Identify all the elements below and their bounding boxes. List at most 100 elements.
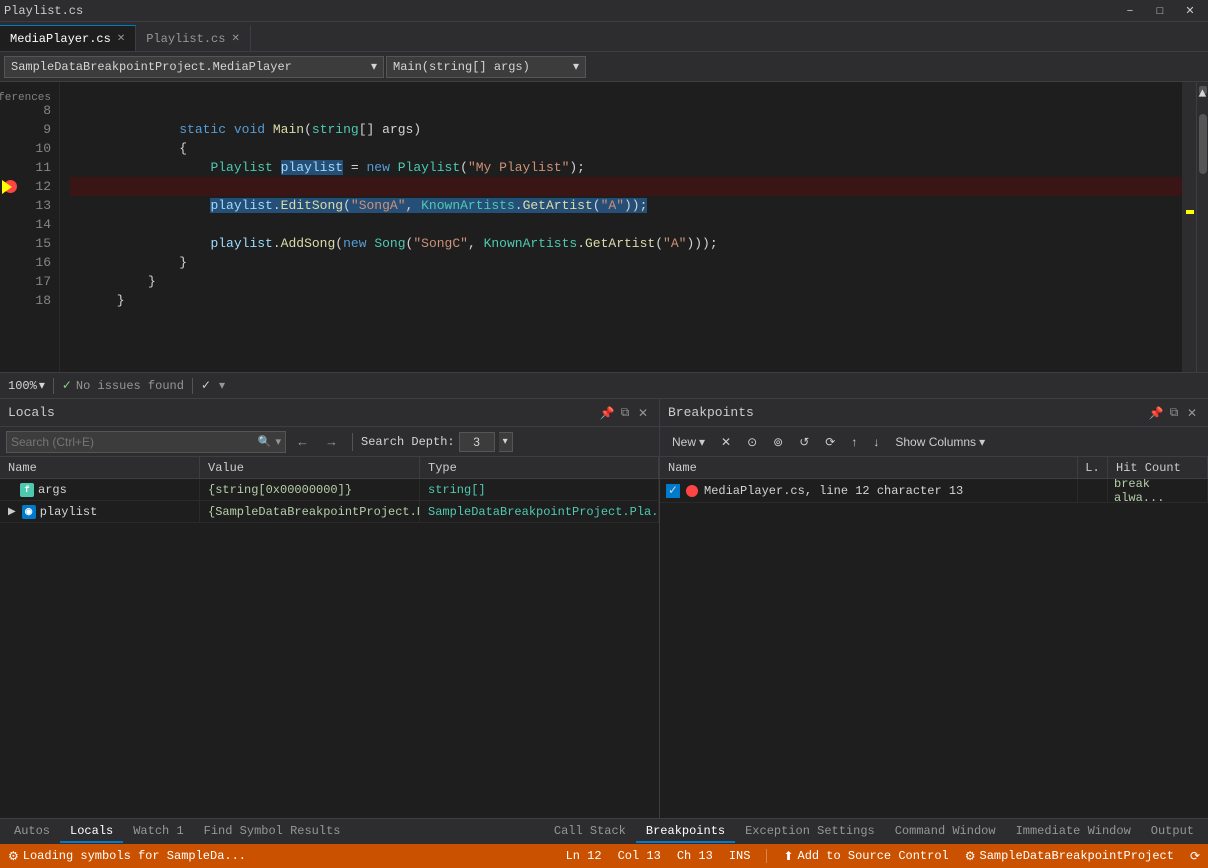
bp-delete-icon: ✕	[721, 435, 731, 449]
maximize-button[interactable]: □	[1146, 2, 1174, 20]
status-ch-label: Ch 13	[677, 849, 713, 863]
bp-col-header-l: L.	[1078, 457, 1108, 478]
locals-pin-button[interactable]: 📌	[599, 405, 615, 421]
search-next-button[interactable]: →	[319, 431, 344, 453]
loading-text: Loading symbols for SampleDa...	[23, 849, 246, 863]
method-dropdown-value: Main(string[] args)	[393, 60, 530, 74]
editor-scrollbar[interactable]: ▲	[1196, 82, 1208, 372]
reference-count: 0 references	[0, 80, 51, 104]
btab-output-label: Output	[1151, 824, 1194, 838]
btab-autos[interactable]: Autos	[4, 821, 60, 843]
zoom-control[interactable]: 100% ▾	[8, 378, 45, 393]
tab-mediaplayer-label: MediaPlayer.cs	[10, 32, 111, 46]
depth-input[interactable]	[459, 432, 495, 452]
search-icon[interactable]: 🔍	[258, 435, 272, 449]
bp-row-0[interactable]: ✓ MediaPlayer.cs, line 12 character 13 b…	[660, 479, 1208, 503]
line-9: 9	[0, 120, 59, 139]
btab-immediate-window-label: Immediate Window	[1016, 824, 1131, 838]
status-project: ⚙ SampleDataBreakpointProject	[965, 849, 1174, 864]
source-control-label: Add to Source Control	[798, 849, 949, 863]
locals-close-button[interactable]: ✕	[635, 405, 651, 421]
btab-locals[interactable]: Locals	[60, 821, 123, 843]
code-line-12: playlist.EditSong("SongA", KnownArtists.…	[70, 177, 1182, 196]
locals-rows: f args {string[0x00000000]} string[] ▶ ◉…	[0, 479, 659, 818]
status-col-label: Col 13	[618, 849, 661, 863]
bp-disable-all-button[interactable]: ⊚	[767, 431, 789, 453]
btab-output[interactable]: Output	[1141, 821, 1204, 843]
btab-find-symbol-label: Find Symbol Results	[204, 824, 341, 838]
btab-command-window[interactable]: Command Window	[885, 821, 1006, 843]
playlist-name: playlist	[40, 505, 98, 519]
line-8: 8	[0, 101, 59, 120]
tab-mediaplayer-close[interactable]: ✕	[117, 33, 125, 45]
code-line-14: playlist.AddSong(new Song("SongC", Known…	[70, 215, 1182, 234]
show-columns-button[interactable]: Show Columns ▾	[889, 431, 991, 453]
code-line-17: }	[70, 272, 1182, 291]
line-18: 18	[0, 291, 59, 310]
tab-playlist-close[interactable]: ✕	[231, 33, 239, 45]
bp-refresh2-button[interactable]: ⟳	[819, 431, 841, 453]
bp-new-label: New	[672, 435, 696, 449]
bp-hit-count: break alwa...	[1114, 479, 1201, 502]
gutter-mark-current	[1186, 210, 1194, 214]
search-input-wrap[interactable]: 🔍 ▾	[6, 431, 286, 453]
sync-icon: ⟳	[1190, 849, 1200, 864]
locals-float-button[interactable]: ⧉	[617, 405, 633, 421]
bp-refresh-button[interactable]: ↺	[793, 431, 815, 453]
status-source-control[interactable]: ⬆ Add to Source Control	[783, 849, 948, 864]
bp-panel-header: Breakpoints 📌 ⧉ ✕	[660, 399, 1208, 427]
depth-dropdown[interactable]: ▾	[499, 432, 513, 452]
close-button[interactable]: ✕	[1176, 2, 1204, 20]
minimize-button[interactable]: −	[1116, 2, 1144, 20]
tab-mediaplayer[interactable]: MediaPlayer.cs ✕	[0, 25, 136, 51]
local-row-playlist[interactable]: ▶ ◉ playlist {SampleDataBreakpointProjec…	[0, 501, 659, 523]
btab-breakpoints-label: Breakpoints	[646, 824, 725, 838]
status-sep1	[53, 378, 54, 394]
bp-pin-button[interactable]: 📌	[1148, 405, 1164, 421]
search-dropdown-arrow[interactable]: ▾	[275, 435, 281, 449]
tab-playlist[interactable]: Playlist.cs ✕	[136, 25, 251, 51]
code-content[interactable]: static void Main(string[] args) { Playli…	[60, 82, 1182, 372]
local-type-args: string[]	[420, 479, 659, 500]
btab-watch1[interactable]: Watch 1	[123, 821, 193, 843]
bp-delete-button[interactable]: ✕	[715, 431, 737, 453]
local-value-playlist: {SampleDataBreakpointProject.Playlist}	[200, 501, 420, 522]
scroll-thumb[interactable]	[1199, 114, 1207, 174]
project-dropdown[interactable]: SampleDataBreakpointProject.MediaPlayer …	[4, 56, 384, 78]
method-dropdown[interactable]: Main(string[] args) ▾	[386, 56, 586, 78]
btab-find-symbol[interactable]: Find Symbol Results	[194, 821, 351, 843]
search-prev-button[interactable]: ←	[290, 431, 315, 453]
status-bar-left: ⚙ Loading symbols for SampleDa...	[8, 849, 246, 864]
local-row-args[interactable]: f args {string[0x00000000]} string[]	[0, 479, 659, 501]
title-bar-right: − □ ✕	[1116, 2, 1204, 20]
bp-float-button[interactable]: ⧉	[1166, 405, 1182, 421]
locals-panel-title: Locals	[8, 405, 55, 420]
scroll-up-arrow[interactable]: ▲	[1199, 86, 1207, 94]
zoom-level: 100%	[8, 379, 37, 393]
bp-red-dot	[686, 485, 698, 497]
bp-cell-l	[1078, 479, 1108, 502]
bp-new-button[interactable]: New ▾	[666, 431, 711, 453]
current-line-arrow	[2, 180, 12, 194]
playlist-expand-arrow[interactable]: ▶	[8, 506, 16, 518]
bp-down-button[interactable]: ↓	[867, 431, 885, 453]
btab-breakpoints[interactable]: Breakpoints	[636, 821, 735, 843]
search-input[interactable]	[11, 435, 254, 449]
local-name-args: f args	[0, 479, 200, 500]
line-17: 17	[0, 272, 59, 291]
bp-close-button[interactable]: ✕	[1184, 405, 1200, 421]
bp-up-button[interactable]: ↑	[845, 431, 863, 453]
bp-checkbox[interactable]: ✓	[666, 484, 680, 498]
btab-callstack[interactable]: Call Stack	[544, 821, 636, 843]
line-10: 10	[0, 139, 59, 158]
btab-exception-settings[interactable]: Exception Settings	[735, 821, 885, 843]
bp-enable-all-button[interactable]: ⊙	[741, 431, 763, 453]
btab-command-window-label: Command Window	[895, 824, 996, 838]
status-col: Col 13	[618, 849, 661, 863]
locals-search-toolbar: 🔍 ▾ ← → Search Depth: ▾	[0, 427, 659, 457]
btab-immediate-window[interactable]: Immediate Window	[1006, 821, 1141, 843]
editor-status-bar: 100% ▾ ✓ No issues found ✓ ▾	[0, 372, 1208, 398]
locals-panel-header-btns: 📌 ⧉ ✕	[599, 405, 651, 421]
loading-icon: ⚙	[8, 849, 19, 864]
code-line-16: }	[70, 253, 1182, 272]
